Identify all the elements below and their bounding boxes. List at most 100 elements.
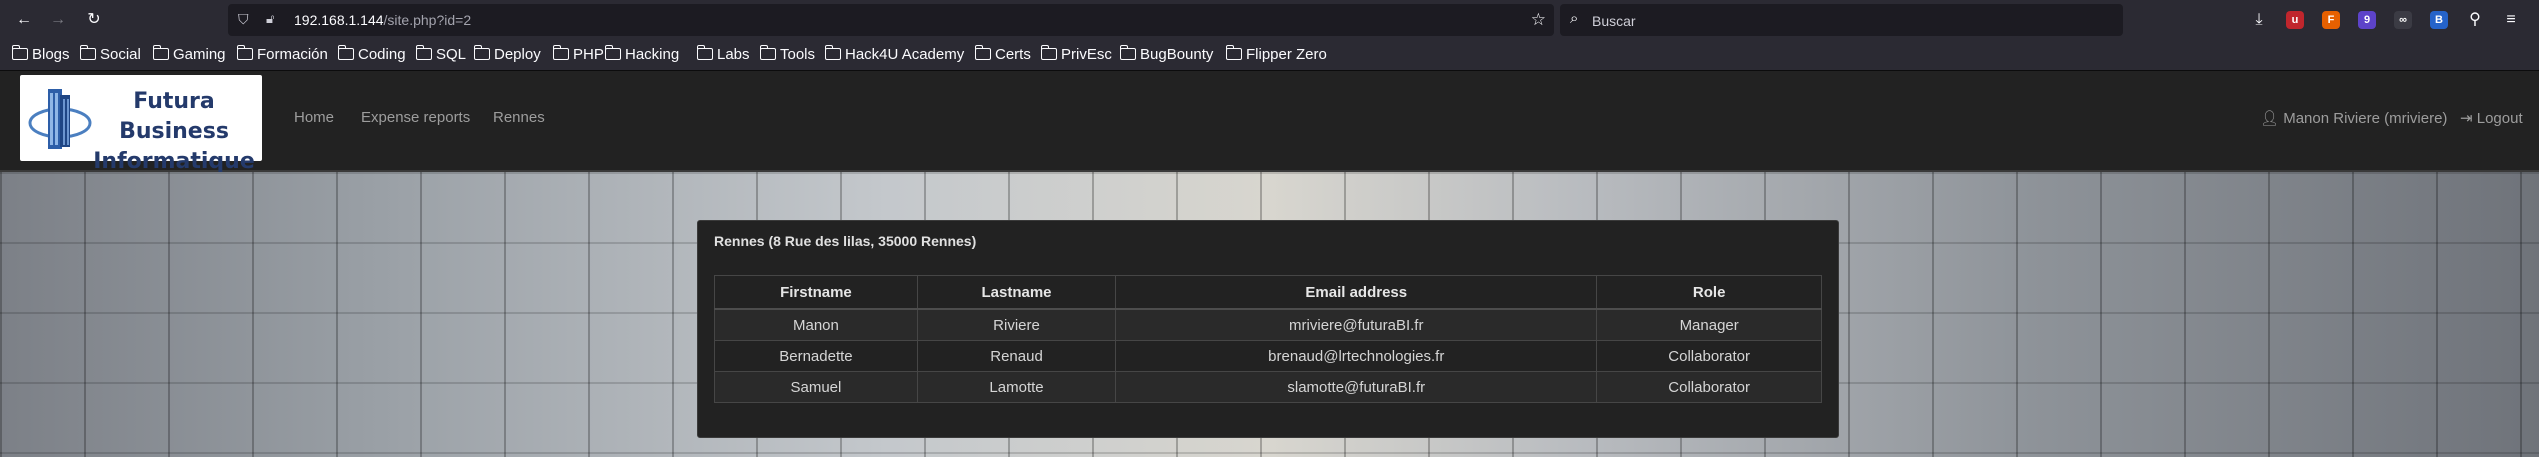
badge-icon[interactable]: 9 — [2358, 11, 2376, 29]
folder-icon — [473, 45, 490, 60]
back-icon[interactable]: ← — [14, 10, 34, 30]
folder-icon — [1040, 45, 1057, 60]
search-bar[interactable]: ⌕ Buscar — [1560, 4, 2123, 36]
users-table: Firstname Lastname Email address Role Ma… — [714, 275, 1822, 403]
bookmark-label: Blogs — [32, 46, 70, 63]
folder-icon — [759, 45, 776, 60]
bookmark-folder[interactable]: Gaming — [152, 45, 226, 64]
bookmark-star-icon[interactable]: ☆ — [1531, 10, 1546, 30]
forward-icon[interactable]: → — [48, 10, 68, 30]
bookmark-label: Gaming — [173, 46, 226, 63]
brand-name: Futura Business Informatique — [86, 87, 262, 177]
bookmark-label: Labs — [717, 46, 750, 63]
search-icon: ⌕ — [1570, 10, 1579, 27]
bookmark-label: Flipper Zero — [1246, 46, 1327, 63]
bookmark-folder[interactable]: BugBounty — [1119, 45, 1214, 64]
bookmark-label: BugBounty — [1140, 46, 1214, 63]
bookmarks-bar: Blogs Social Gaming Formación Coding SQL Deplo… — [0, 40, 2539, 71]
folder-icon — [604, 45, 621, 60]
menu-icon[interactable]: ≡ — [2501, 10, 2521, 30]
column-header: Email address — [1115, 275, 1598, 310]
cell-firstname: Bernadette — [714, 340, 918, 372]
cell-email: slamotte@futuraBI.fr — [1115, 371, 1598, 403]
cell-lastname: Renaud — [916, 340, 1117, 372]
insecure-lock-icon[interactable]: 🔓︎ — [266, 11, 274, 27]
bookmark-folder[interactable]: Formación — [236, 45, 328, 64]
folder-icon — [152, 45, 169, 60]
glasses-icon[interactable]: ∞ — [2394, 11, 2412, 29]
cell-firstname: Samuel — [714, 371, 918, 403]
user-icon: 👤︎ — [2260, 110, 2280, 127]
folder-icon — [974, 45, 991, 60]
ublock-icon[interactable]: u — [2286, 11, 2304, 29]
folder-icon — [824, 45, 841, 60]
cell-firstname: Manon — [714, 308, 918, 341]
bookmark-label: PHP — [573, 46, 604, 63]
bookmark-folder[interactable]: Tools — [759, 45, 816, 64]
folder-icon — [696, 45, 713, 60]
shield-ext-icon[interactable]: B — [2430, 11, 2448, 29]
cell-email: brenaud@lrtechnologies.fr — [1115, 340, 1598, 372]
folder-icon — [79, 45, 96, 60]
cell-lastname: Riviere — [916, 308, 1117, 341]
building-logo-icon — [28, 89, 92, 149]
cell-role: Collaborator — [1596, 371, 1822, 403]
folder-icon — [1225, 45, 1242, 60]
bookmark-folder[interactable]: SQL — [415, 45, 467, 64]
bookmark-label: Hacking — [625, 46, 680, 63]
bookmark-folder[interactable]: Coding — [337, 45, 406, 64]
bookmark-folder[interactable]: Hacking — [604, 45, 680, 64]
folder-icon — [236, 45, 253, 60]
downloads-icon[interactable]: ⤓ — [2249, 10, 2269, 30]
column-header: Lastname — [916, 275, 1117, 310]
bookmark-folder[interactable]: Flipper Zero — [1225, 45, 1327, 64]
bookmark-label: Certs — [995, 46, 1031, 63]
bookmark-folder[interactable]: PHP — [552, 45, 604, 64]
nav-rennes-link[interactable]: Rennes — [493, 109, 545, 126]
brand-line1: Futura Business — [119, 89, 229, 144]
table-header-row: Firstname Lastname Email address Role — [714, 275, 1822, 310]
reload-icon[interactable]: ↻ — [84, 10, 104, 30]
bookmark-label: Social — [100, 46, 141, 63]
office-panel: Rennes (8 Rue des lilas, 35000 Rennes) F… — [697, 220, 1839, 438]
site-navbar: Futura Business Informatique Home Expens… — [0, 71, 2539, 174]
bookmark-label: SQL — [436, 46, 467, 63]
bookmark-label: Tools — [780, 46, 816, 63]
bookmark-folder[interactable]: Deploy — [473, 45, 541, 64]
url-host: 192.168.1.144 — [294, 12, 384, 28]
column-header: Firstname — [714, 275, 918, 310]
logout-icon: ⇥ — [2460, 110, 2473, 127]
bookmark-folder[interactable]: Hack4U Academy — [824, 45, 964, 64]
search-placeholder: Buscar — [1592, 13, 1636, 29]
bookmark-folder[interactable]: Blogs — [11, 45, 70, 64]
logout-label: Logout — [2476, 110, 2523, 127]
bookmark-folder[interactable]: Labs — [696, 45, 750, 64]
table-row: Samuel Lamotte slamotte@futuraBI.fr Coll… — [714, 371, 1822, 403]
folder-icon — [1119, 45, 1136, 60]
url-text[interactable]: 192.168.1.144/site.php?id=2 — [294, 12, 471, 28]
cell-email: mriviere@futuraBI.fr — [1115, 308, 1598, 341]
user-name: Manon Riviere (mriviere) — [2283, 110, 2448, 127]
column-header: Role — [1596, 275, 1822, 310]
tracking-shield-icon[interactable]: ⛉ — [238, 11, 249, 28]
url-path: /site.php?id=2 — [383, 12, 472, 28]
bookmark-label: Coding — [358, 46, 406, 63]
bookmark-folder[interactable]: Certs — [974, 45, 1031, 64]
table-row: Bernadette Renaud brenaud@lrtechnologies… — [714, 340, 1822, 372]
bookmark-label: PrivEsc — [1061, 46, 1112, 63]
fox-icon[interactable]: F — [2322, 11, 2340, 29]
url-bar[interactable]: ⛉ 🔓︎ 192.168.1.144/site.php?id=2 ☆ — [228, 4, 1554, 36]
bookmark-folder[interactable]: PrivEsc — [1040, 45, 1112, 64]
cell-role: Collaborator — [1596, 340, 1822, 372]
logout-link[interactable]: ⇥ Logout — [2460, 109, 2523, 127]
bookmark-folder[interactable]: Social — [79, 45, 141, 64]
panel-title: Rennes (8 Rue des lilas, 35000 Rennes) — [714, 233, 977, 249]
user-profile-link[interactable]: 👤︎ Manon Riviere (mriviere) — [2260, 109, 2447, 127]
brand-logo[interactable]: Futura Business Informatique — [20, 75, 262, 174]
extensions-icon[interactable]: ⚲ — [2465, 10, 2485, 30]
nav-home-link[interactable]: Home — [294, 109, 334, 126]
nav-expense-reports-link[interactable]: Expense reports — [361, 109, 470, 126]
cell-lastname: Lamotte — [916, 371, 1117, 403]
folder-icon — [11, 45, 28, 60]
table-row: Manon Riviere mriviere@futuraBI.fr Manag… — [714, 308, 1822, 341]
